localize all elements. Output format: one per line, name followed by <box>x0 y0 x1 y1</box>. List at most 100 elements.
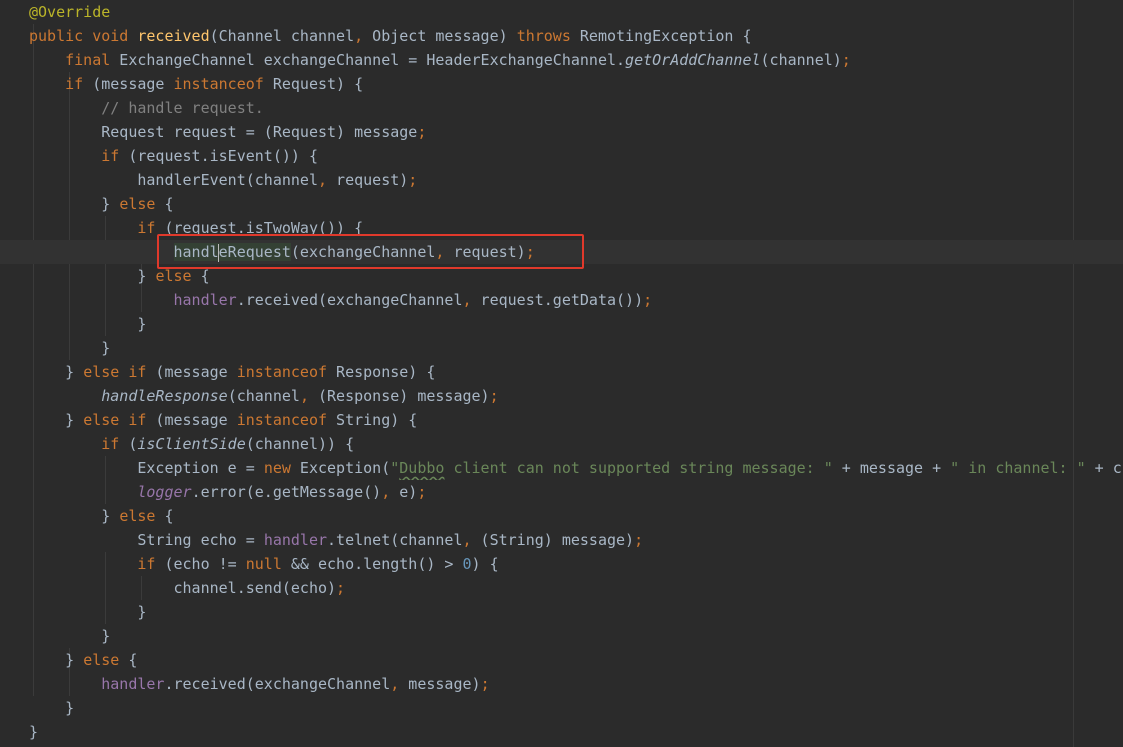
code-token: String echo = <box>29 531 264 549</box>
code-token: , <box>390 675 400 693</box>
code-line[interactable]: Exception e = new Exception("Dubbo clien… <box>0 456 1123 480</box>
code-token: } <box>29 699 75 717</box>
code-token: else if <box>83 411 147 429</box>
code-line[interactable]: handlerEvent(channel, request); <box>0 168 1123 192</box>
code-line[interactable]: if (isClientSide(channel)) { <box>0 432 1123 456</box>
code-token: ) { <box>471 555 499 573</box>
code-line[interactable]: String echo = handler.telnet(channel, (S… <box>0 528 1123 552</box>
code-line[interactable]: @Override <box>0 0 1123 24</box>
code-token: else if <box>83 363 147 381</box>
code-token: instanceof <box>236 363 328 381</box>
code-token: } <box>29 507 120 525</box>
code-token: client can not supported string message:… <box>444 459 833 477</box>
code-token: e) <box>390 483 418 501</box>
code-line[interactable]: } else { <box>0 504 1123 528</box>
code-token: @Override <box>29 3 111 21</box>
code-token: handler <box>263 531 328 549</box>
code-token: } <box>29 315 147 333</box>
code-token: if <box>101 435 120 453</box>
code-token: (message <box>146 411 237 429</box>
code-token: + ch <box>1094 459 1123 477</box>
code-token: if <box>137 219 156 237</box>
code-line[interactable]: if (message instanceof Request) { <box>0 72 1123 96</box>
code-token: } <box>29 195 120 213</box>
code-token: Dubbo <box>399 459 445 477</box>
code-token: (channel <box>227 387 300 405</box>
code-token: ; <box>643 291 653 309</box>
code-token: final <box>65 51 111 69</box>
code-token: " in channel: " <box>950 459 1086 477</box>
code-token: , <box>299 387 309 405</box>
code-token: ; <box>480 675 490 693</box>
code-line[interactable]: logger.error(e.getMessage(), e); <box>0 480 1123 504</box>
code-token: { <box>155 195 174 213</box>
code-line[interactable]: final ExchangeChannel exchangeChannel = … <box>0 48 1123 72</box>
code-token: new <box>263 459 291 477</box>
code-line[interactable]: handler.received(exchangeChannel, messag… <box>0 672 1123 696</box>
code-editor[interactable]: @Override public void received(Channel ch… <box>0 0 1123 747</box>
code-line[interactable]: // handle request. <box>0 96 1123 120</box>
code-token: , <box>462 291 472 309</box>
code-line[interactable]: } else { <box>0 648 1123 672</box>
code-line[interactable]: } <box>0 600 1123 624</box>
code-line[interactable]: } <box>0 720 1123 744</box>
code-line[interactable]: } else if (message instanceof Response) … <box>0 360 1123 384</box>
code-token: , <box>354 27 364 45</box>
code-line[interactable]: } <box>0 336 1123 360</box>
code-line[interactable]: if (echo != null && echo.length() > 0) { <box>0 552 1123 576</box>
code-line[interactable]: } else { <box>0 192 1123 216</box>
code-token: + message + <box>832 459 951 477</box>
code-token: logger <box>137 483 192 501</box>
code-line[interactable]: channel.send(echo); <box>0 576 1123 600</box>
code-token: .error(e.getMessage() <box>191 483 382 501</box>
code-token: (channel) <box>760 51 842 69</box>
code-token: , <box>317 171 328 189</box>
code-token: isClientSide <box>137 435 246 453</box>
code-token: Object message) <box>363 27 517 45</box>
code-token: String) { <box>327 411 418 429</box>
code-token: instanceof <box>236 411 328 429</box>
code-token: } <box>29 411 84 429</box>
code-token: void <box>92 27 129 45</box>
code-token: { <box>155 507 174 525</box>
code-token: (channel)) { <box>245 435 355 453</box>
code-line[interactable]: public void received(Channel channel, Ob… <box>0 24 1123 48</box>
code-token: handleResponse <box>101 387 228 405</box>
code-token: handler <box>101 675 165 693</box>
code-token: ; <box>417 123 427 141</box>
code-token: if <box>101 147 120 165</box>
code-token: Response) { <box>327 363 436 381</box>
code-token: (message <box>146 363 237 381</box>
code-line[interactable]: } <box>0 312 1123 336</box>
code-line[interactable]: if (request.isEvent()) { <box>0 144 1123 168</box>
code-line[interactable]: } <box>0 696 1123 720</box>
code-token: null <box>245 555 282 573</box>
code-token: ; <box>417 483 427 501</box>
code-token: else <box>119 507 156 525</box>
code-token: (request.isEvent()) { <box>119 147 318 165</box>
code-token: ; <box>634 531 644 549</box>
code-token: { <box>119 651 138 669</box>
code-line[interactable]: } <box>0 624 1123 648</box>
code-token: handlerEvent(channel <box>29 171 318 189</box>
code-token: ; <box>841 51 851 69</box>
code-token: } <box>29 339 111 357</box>
code-token: instanceof <box>173 75 264 93</box>
code-line[interactable]: handleResponse(channel, (Response) messa… <box>0 384 1123 408</box>
code-line[interactable]: } else if (message instanceof String) { <box>0 408 1123 432</box>
code-token: .received(exchangeChannel <box>236 291 463 309</box>
code-token: (Channel channel <box>209 27 355 45</box>
code-token: RemotingException { <box>570 27 752 45</box>
code-token: ; <box>408 171 418 189</box>
code-line[interactable]: handler.received(exchangeChannel, reques… <box>0 288 1123 312</box>
code-token: (String) message) <box>471 531 635 549</box>
code-token: if <box>137 555 156 573</box>
code-line[interactable]: Request request = (Request) message; <box>0 120 1123 144</box>
